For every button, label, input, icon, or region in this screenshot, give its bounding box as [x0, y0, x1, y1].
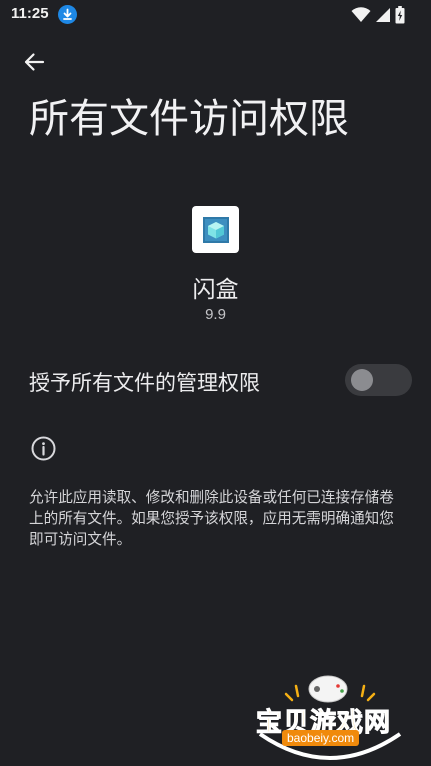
- download-icon: [58, 5, 77, 24]
- permission-description: 允许此应用读取、修改和删除此设备或任何已连接存储卷上的所有文件。如果您授予该权限…: [29, 489, 394, 548]
- wifi-icon: [351, 7, 371, 22]
- app-icon: [192, 206, 239, 253]
- app-version: 9.9: [205, 306, 226, 323]
- watermark-logo: 宝贝游戏网 baobeiy.com: [250, 672, 410, 764]
- app-cube-icon: [202, 216, 229, 243]
- info-icon: [31, 436, 56, 461]
- arrow-left-icon: [24, 53, 45, 71]
- all-files-access-switch[interactable]: [345, 364, 412, 396]
- all-files-access-toggle-row[interactable]: 授予所有文件的管理权限: [0, 355, 431, 407]
- status-time: 11:25: [11, 5, 49, 22]
- app-name: 闪盒: [192, 277, 239, 303]
- toggle-label: 授予所有文件的管理权限: [29, 371, 260, 395]
- battery-charging-icon: [395, 6, 405, 24]
- watermark-url: baobeiy.com: [282, 730, 360, 746]
- status-bar: 11:25: [0, 0, 431, 30]
- switch-thumb: [351, 369, 373, 391]
- page-title: 所有文件访问权限: [29, 96, 349, 142]
- signal-icon: [376, 8, 390, 22]
- back-button[interactable]: [16, 46, 52, 78]
